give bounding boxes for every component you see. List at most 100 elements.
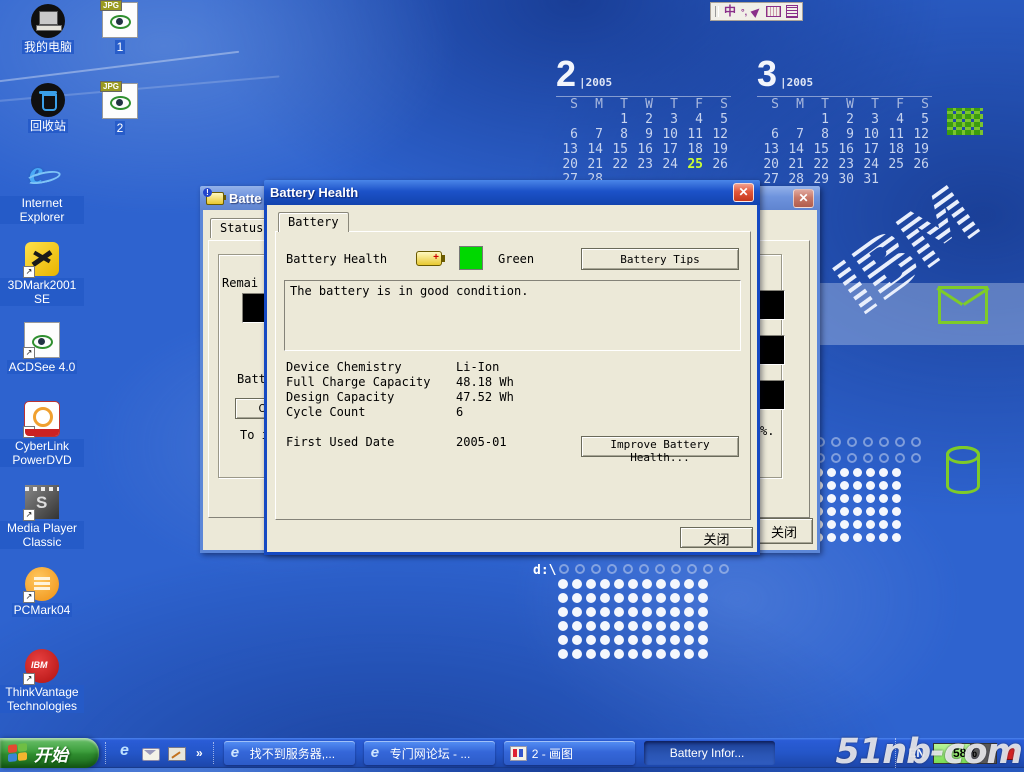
quicklaunch-mail-icon[interactable] — [142, 748, 160, 761]
dot — [911, 437, 921, 447]
dot — [831, 453, 841, 463]
health-status-swatch — [459, 246, 483, 270]
pcmark-icon: ↗ — [25, 567, 59, 601]
ime-menu-icon[interactable] — [786, 5, 798, 18]
dot — [879, 453, 889, 463]
quicklaunch-overflow-chevron[interactable]: » — [196, 746, 203, 760]
improve-battery-health-button[interactable]: Improve Battery Health... — [581, 436, 739, 457]
calendar-day-header: T — [807, 97, 832, 113]
battery-info-row: Cycle Count6 — [286, 405, 741, 420]
dot — [879, 481, 888, 490]
powerdvd-icon: ↗ — [24, 401, 60, 437]
calendar-day: 26 — [907, 157, 932, 172]
desktop-icon-jpg-file[interactable]: JPG2 — [78, 83, 162, 137]
dot — [642, 635, 652, 645]
taskbar-task-paint[interactable]: 2 - 画图 — [504, 741, 635, 765]
desktop-icon-thinkvantage[interactable]: ↗ThinkVantage Technologies — [0, 649, 84, 715]
dot — [656, 649, 666, 659]
dot-grid-right — [812, 434, 924, 544]
dot — [698, 607, 708, 617]
taskbar-task-battery[interactable]: Battery Infor... — [644, 741, 775, 765]
dot — [853, 468, 862, 477]
bgwin-close-icon[interactable]: ✕ — [793, 189, 814, 208]
dot — [866, 468, 875, 477]
desktop-icon-label: CyberLink PowerDVD — [0, 439, 84, 467]
d-drive-label: d:\ — [533, 563, 556, 578]
dot — [892, 507, 901, 516]
dialog-close-icon[interactable]: ✕ — [733, 183, 754, 202]
calendar-year: |2005 — [780, 76, 813, 89]
ime-punctuation-icon[interactable]: °, — [741, 7, 747, 17]
dot — [853, 507, 862, 516]
info-value: 6 — [456, 405, 463, 419]
battery-tips-button[interactable]: Battery Tips — [581, 248, 739, 270]
calendar-day: 24 — [857, 157, 882, 172]
dot — [698, 593, 708, 603]
calendar-day: 9 — [832, 127, 857, 142]
dot — [558, 635, 568, 645]
desktop-icon-powerdvd[interactable]: ↗CyberLink PowerDVD — [0, 401, 84, 469]
thinkvantage-icon: ↗ — [25, 649, 59, 683]
desktop-icon-jpg-file[interactable]: JPG1 — [78, 2, 162, 56]
dialog-close-button[interactable]: 关闭 — [680, 527, 753, 548]
mpc-icon: ↗ — [25, 485, 59, 519]
calendar-day: 2 — [631, 112, 656, 127]
desktop-icon-3dmark[interactable]: ↗3DMark2001 SE — [0, 242, 84, 308]
shortcut-arrow-icon: ↗ — [23, 591, 35, 603]
desktop-icon-label: 3DMark2001 SE — [0, 278, 84, 306]
dot — [892, 481, 901, 490]
tab-battery[interactable]: Battery — [278, 212, 349, 232]
taskbar-task-ie[interactable]: 专门网论坛 - ... — [364, 741, 495, 765]
dot — [866, 494, 875, 503]
dot — [840, 507, 849, 516]
internet-explorer-icon — [25, 160, 59, 194]
dot — [879, 533, 888, 542]
calendar-day: 22 — [606, 157, 631, 172]
dot — [656, 635, 666, 645]
desktop-icon-label: 2 — [115, 121, 126, 135]
bgwin-close-button[interactable]: 关闭 — [755, 518, 813, 544]
dot — [684, 579, 694, 589]
dot — [866, 533, 875, 542]
remaining-label: Remai — [222, 276, 258, 290]
calendar-day-header: M — [782, 97, 807, 113]
desktop-icon-label: ACDSee 4.0 — [7, 360, 78, 374]
dot — [840, 520, 849, 529]
task-label: 找不到服务器,... — [250, 745, 335, 762]
dot — [866, 507, 875, 516]
dot — [698, 579, 708, 589]
dot — [628, 579, 638, 589]
dot — [892, 494, 901, 503]
desktop-icon-pcmark[interactable]: ↗PCMark04 — [0, 567, 84, 619]
dot — [600, 621, 610, 631]
ime-pen-icon[interactable] — [751, 6, 763, 18]
dot — [827, 520, 836, 529]
desktop-icon-label: ThinkVantage Technologies — [0, 685, 84, 713]
start-button[interactable]: 开始 — [0, 738, 99, 768]
desktop-icon-internet-explorer[interactable]: Internet Explorer — [0, 160, 84, 226]
dot — [879, 437, 889, 447]
ime-keyboard-icon[interactable] — [766, 6, 781, 17]
ime-chinese-icon[interactable]: 中 — [724, 4, 736, 19]
quicklaunch-show-desktop-icon[interactable] — [168, 747, 186, 761]
calendar-day: 17 — [857, 142, 882, 157]
calendar-day — [907, 172, 932, 187]
dialog-titlebar[interactable]: Battery Health ✕ — [264, 180, 760, 205]
start-label: 开始 — [34, 741, 68, 766]
desktop-icon-mpc[interactable]: ↗Media Player Classic — [0, 485, 84, 551]
calendar-month: 3 — [757, 53, 777, 94]
taskbar-task-ie[interactable]: 找不到服务器,... — [224, 741, 355, 765]
calendar-day: 14 — [581, 142, 606, 157]
dot — [892, 533, 901, 542]
calendar-day: 5 — [706, 112, 731, 127]
paint-icon — [510, 746, 527, 761]
calendar-header: 2|2005 — [556, 56, 731, 96]
ime-language-bar[interactable]: 中 °, — [710, 2, 803, 21]
quicklaunch-ie-icon[interactable] — [118, 745, 134, 761]
calendar-day: 21 — [581, 157, 606, 172]
desktop-icon-acdsee[interactable]: ↗ACDSee 4.0 — [0, 322, 84, 376]
ime-grip-icon[interactable] — [715, 6, 719, 17]
dot — [879, 507, 888, 516]
dot — [840, 481, 849, 490]
shortcut-arrow-icon: ↗ — [23, 266, 35, 278]
